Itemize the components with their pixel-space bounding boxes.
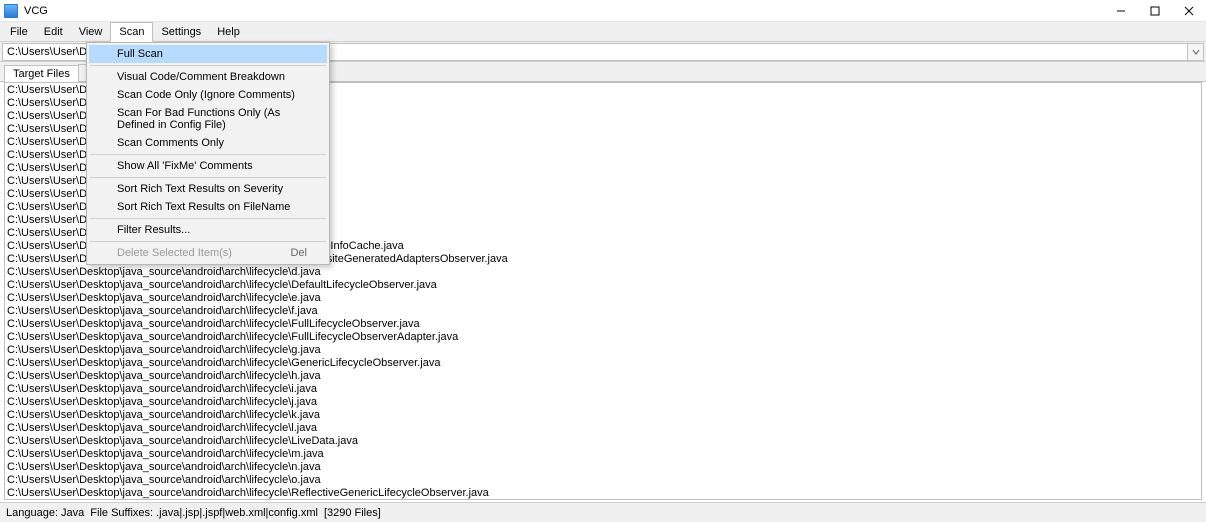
menu-item-label: Sort Rich Text Results on Severity bbox=[117, 183, 283, 195]
window-title: VCG bbox=[24, 5, 48, 17]
menu-item-label: Show All 'FixMe' Comments bbox=[117, 160, 253, 172]
menu-separator bbox=[90, 218, 326, 219]
menu-item-label: Visual Code/Comment Breakdown bbox=[117, 71, 285, 83]
file-row[interactable]: C:\Users\User\Desktop\java_source\androi… bbox=[7, 396, 1199, 409]
menu-separator bbox=[90, 241, 326, 242]
file-row[interactable]: C:\Users\User\Desktop\java_source\androi… bbox=[7, 292, 1199, 305]
menu-item-show-all-fixme-comments[interactable]: Show All 'FixMe' Comments bbox=[89, 157, 327, 175]
file-row[interactable]: C:\Users\User\Desktop\java_source\androi… bbox=[7, 383, 1199, 396]
file-row[interactable]: C:\Users\User\Desktop\java_source\androi… bbox=[7, 370, 1199, 383]
tab-target-files[interactable]: Target Files bbox=[4, 65, 79, 82]
menu-item-label: Filter Results... bbox=[117, 224, 190, 236]
menu-help[interactable]: Help bbox=[209, 22, 248, 41]
file-row[interactable]: C:\Users\User\Desktop\java_source\androi… bbox=[7, 461, 1199, 474]
menu-view[interactable]: View bbox=[71, 22, 111, 41]
menu-file[interactable]: File bbox=[2, 22, 36, 41]
menu-item-scan-code-only-ignore-comments[interactable]: Scan Code Only (Ignore Comments) bbox=[89, 86, 327, 104]
file-row[interactable]: C:\Users\User\Desktop\java_source\androi… bbox=[7, 435, 1199, 448]
titlebar: VCG bbox=[0, 0, 1206, 22]
status-language: Language: Java bbox=[6, 507, 84, 519]
scan-menu-dropdown: Full Scan Visual Code/Comment Breakdown Sc… bbox=[86, 42, 330, 265]
menu-edit[interactable]: Edit bbox=[36, 22, 71, 41]
file-row[interactable]: C:\Users\User\Desktop\java_source\androi… bbox=[7, 357, 1199, 370]
menu-item-visual-code-comment-breakdown[interactable]: Visual Code/Comment Breakdown bbox=[89, 68, 327, 86]
file-row[interactable]: C:\Users\User\Desktop\java_source\androi… bbox=[7, 266, 1199, 279]
menu-item-label: Scan For Bad Functions Only (As Defined … bbox=[117, 107, 307, 131]
menubar: FileEditViewScanSettingsHelp bbox=[0, 22, 1206, 42]
menu-separator bbox=[90, 177, 326, 178]
menu-settings[interactable]: Settings bbox=[153, 22, 209, 41]
menu-separator bbox=[90, 65, 326, 66]
file-row[interactable]: C:\Users\User\Desktop\java_source\androi… bbox=[7, 305, 1199, 318]
close-button[interactable] bbox=[1172, 0, 1206, 22]
menu-item-label: Scan Code Only (Ignore Comments) bbox=[117, 89, 295, 101]
file-row[interactable]: C:\Users\User\Desktop\java_source\androi… bbox=[7, 487, 1199, 499]
file-row[interactable]: C:\Users\User\Desktop\java_source\androi… bbox=[7, 344, 1199, 357]
menu-item-sort-rich-text-results-on-filename[interactable]: Sort Rich Text Results on FileName bbox=[89, 198, 327, 216]
statusbar: Language: Java File Suffixes: .java|.jsp… bbox=[0, 502, 1206, 522]
file-row[interactable]: C:\Users\User\Desktop\java_source\androi… bbox=[7, 422, 1199, 435]
window-controls bbox=[1104, 0, 1206, 22]
menu-item-label: Scan Comments Only bbox=[117, 137, 224, 149]
status-file-count: [3290 Files] bbox=[324, 507, 381, 519]
app-icon bbox=[4, 4, 18, 18]
status-suffixes: File Suffixes: .java|.jsp|.jspf|web.xml|… bbox=[90, 507, 318, 519]
menu-item-shortcut: Del bbox=[290, 247, 307, 259]
file-row[interactable]: C:\Users\User\Desktop\java_source\androi… bbox=[7, 409, 1199, 422]
path-dropdown-button[interactable] bbox=[1188, 43, 1204, 61]
menu-separator bbox=[90, 154, 326, 155]
file-row[interactable]: C:\Users\User\Desktop\java_source\androi… bbox=[7, 474, 1199, 487]
menu-item-label: Sort Rich Text Results on FileName bbox=[117, 201, 290, 213]
menu-item-full-scan[interactable]: Full Scan bbox=[89, 45, 327, 63]
menu-item-sort-rich-text-results-on-severity[interactable]: Sort Rich Text Results on Severity bbox=[89, 180, 327, 198]
menu-item-delete-selected-item-s: Delete Selected Item(s) Del bbox=[89, 244, 327, 262]
file-row[interactable]: C:\Users\User\Desktop\java_source\androi… bbox=[7, 279, 1199, 292]
file-row[interactable]: C:\Users\User\Desktop\java_source\androi… bbox=[7, 331, 1199, 344]
menu-item-scan-comments-only[interactable]: Scan Comments Only bbox=[89, 134, 327, 152]
minimize-button[interactable] bbox=[1104, 0, 1138, 22]
menu-item-label: Full Scan bbox=[117, 48, 163, 60]
menu-item-filter-results[interactable]: Filter Results... bbox=[89, 221, 327, 239]
file-row[interactable]: C:\Users\User\Desktop\java_source\androi… bbox=[7, 318, 1199, 331]
maximize-button[interactable] bbox=[1138, 0, 1172, 22]
menu-item-scan-for-bad-functions-only-as-defined-in-config-file[interactable]: Scan For Bad Functions Only (As Defined … bbox=[89, 104, 327, 134]
menu-scan[interactable]: Scan bbox=[110, 22, 153, 42]
menu-item-label: Delete Selected Item(s) bbox=[117, 247, 232, 259]
file-row[interactable]: C:\Users\User\Desktop\java_source\androi… bbox=[7, 448, 1199, 461]
